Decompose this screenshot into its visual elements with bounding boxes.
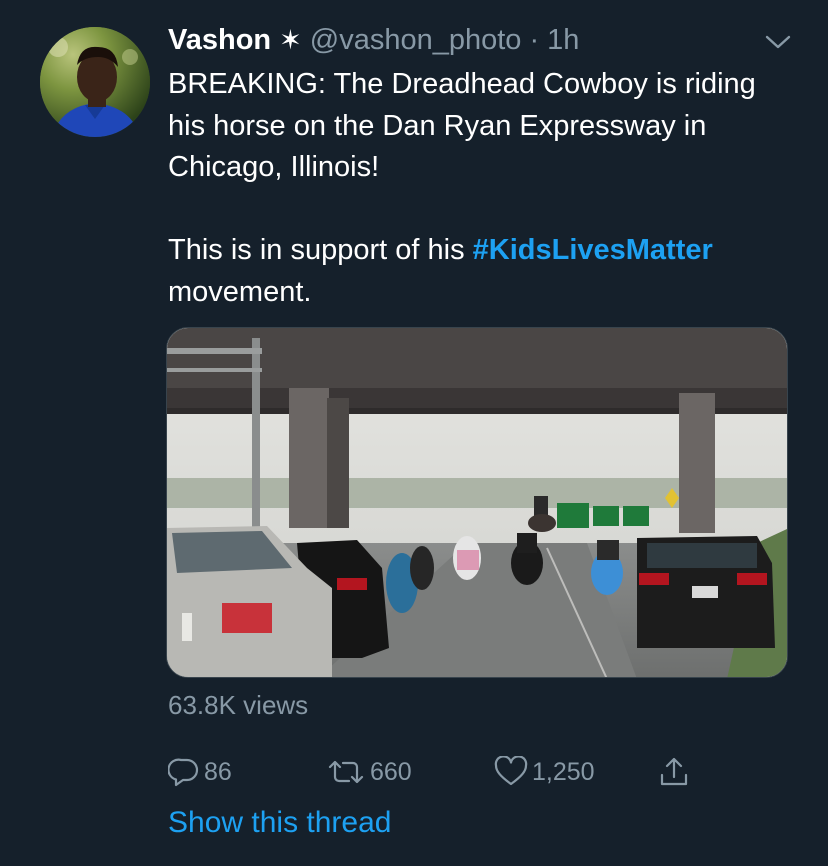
- show-thread-link[interactable]: Show this thread: [168, 806, 391, 840]
- tweet-paragraph-2: This is in support of his #KidsLivesMatt…: [168, 230, 788, 313]
- author-name[interactable]: Vashon: [168, 22, 271, 58]
- reply-button[interactable]: 86: [168, 754, 232, 790]
- chevron-down-icon[interactable]: [764, 28, 792, 56]
- tweet-paragraph-2-suffix: movement.: [168, 275, 312, 308]
- reply-count: 86: [204, 757, 232, 786]
- separator-dot: ·: [529, 24, 540, 56]
- retweet-count: 660: [370, 757, 412, 786]
- hashtag-link[interactable]: #KidsLivesMatter: [473, 234, 713, 266]
- action-bar: 86 660 1,250: [168, 754, 728, 790]
- view-count: 63.8K views: [168, 690, 309, 720]
- retweet-icon: [326, 756, 366, 788]
- tweet-paragraph-1: BREAKING: The Dreadhead Cowboy is riding…: [168, 68, 756, 183]
- tweet-text: BREAKING: The Dreadhead Cowboy is riding…: [168, 64, 788, 313]
- share-icon: [658, 755, 690, 789]
- tweet-header: Vashon ✶ @vashon_photo · 1h: [168, 22, 579, 58]
- share-button[interactable]: [658, 754, 690, 790]
- tweet-time[interactable]: 1h: [547, 22, 579, 58]
- author-handle[interactable]: @vashon_photo: [310, 22, 522, 58]
- tweet[interactable]: Vashon ✶ @vashon_photo · 1h BREAKING: Th…: [0, 0, 828, 866]
- like-count: 1,250: [532, 757, 595, 786]
- retweet-button[interactable]: 660: [326, 754, 412, 790]
- video-player[interactable]: [166, 327, 788, 678]
- like-icon: [494, 756, 528, 788]
- like-button[interactable]: 1,250: [494, 754, 595, 790]
- author-badge: ✶: [279, 25, 302, 55]
- avatar[interactable]: [40, 27, 150, 137]
- reply-icon: [168, 756, 200, 788]
- tweet-paragraph-2-prefix: This is in support of his: [168, 234, 473, 266]
